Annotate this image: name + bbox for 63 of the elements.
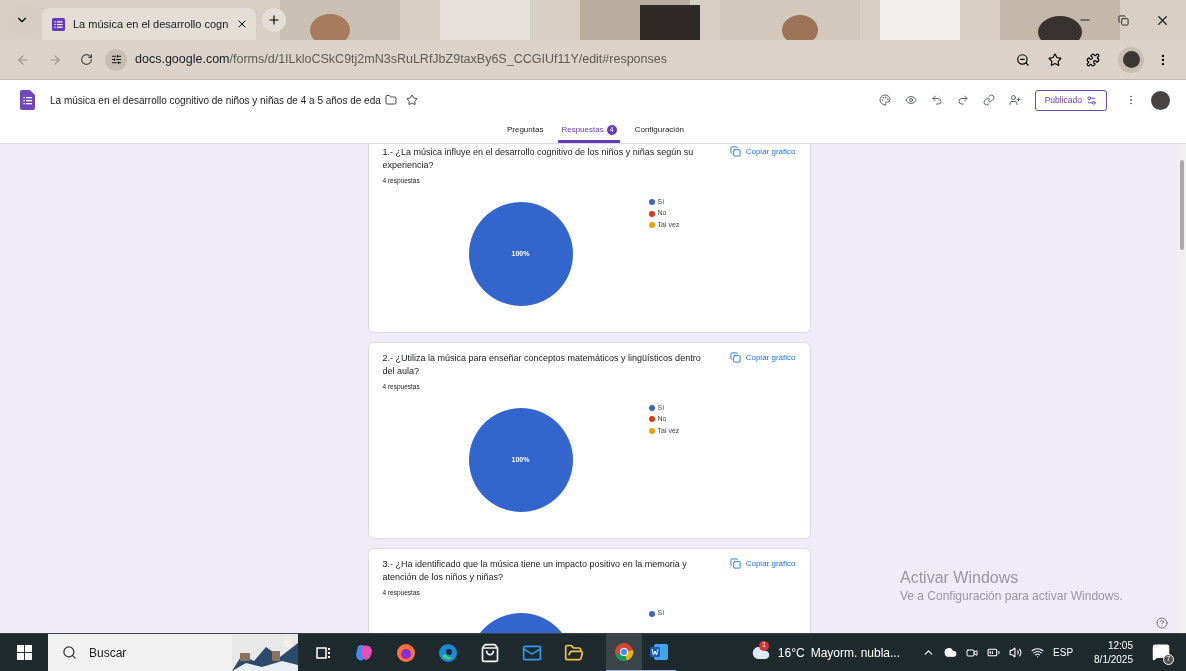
camera-icon[interactable] bbox=[966, 646, 979, 659]
search-field[interactable]: Buscar bbox=[48, 633, 298, 671]
extensions-icon[interactable] bbox=[1086, 52, 1100, 67]
copy-icon bbox=[729, 351, 741, 363]
chrome-icon bbox=[614, 641, 634, 662]
copy-icon bbox=[729, 146, 741, 157]
firefox-icon[interactable] bbox=[396, 642, 416, 663]
form-tab[interactable]: Preguntas bbox=[503, 120, 547, 143]
question-title: 3.- ¿Ha identificado que la música tiene un impacto positivo en la memoria y atención de los niños y niñas? bbox=[382, 557, 688, 584]
windows-logo-icon[interactable] bbox=[16, 645, 32, 660]
copilot-icon[interactable] bbox=[354, 642, 374, 663]
settings-icon bbox=[1086, 94, 1097, 106]
user-avatar[interactable] bbox=[1151, 90, 1170, 110]
volume-icon[interactable] bbox=[1009, 646, 1023, 659]
redo-icon[interactable] bbox=[956, 94, 969, 106]
palette-icon[interactable] bbox=[878, 94, 891, 106]
store-icon[interactable] bbox=[480, 642, 500, 663]
scrollbar[interactable] bbox=[1178, 144, 1186, 633]
edge-icon[interactable] bbox=[438, 642, 458, 663]
language-indicator[interactable]: ESP bbox=[1053, 645, 1074, 660]
question-title: 2.- ¿Utiliza la música para enseñar conceptos matemáticos y lingüísticos dentro del aula? bbox=[382, 351, 702, 378]
temperature[interactable]: 16°C bbox=[777, 643, 805, 662]
search-icon bbox=[62, 645, 77, 660]
tab-title: La música en el desarrollo cogn bbox=[73, 16, 229, 32]
cloud-icon[interactable] bbox=[944, 646, 958, 659]
preview-icon[interactable] bbox=[904, 94, 917, 106]
link-icon[interactable] bbox=[982, 94, 995, 106]
copy-chart-button[interactable]: Copiar gráfico bbox=[729, 146, 796, 160]
task-view-icon[interactable] bbox=[316, 644, 332, 661]
word-icon bbox=[649, 642, 669, 661]
forms-logo-icon bbox=[20, 90, 35, 110]
copy-icon bbox=[729, 557, 741, 569]
folder-icon[interactable] bbox=[564, 642, 584, 663]
add-collaborator-icon[interactable] bbox=[1008, 94, 1021, 106]
form-title[interactable]: La música en el desarrollo cognitivo de niños y niñas de 4 a 5 años de eda bbox=[50, 92, 381, 108]
undo-icon[interactable] bbox=[930, 94, 943, 106]
profile-avatar[interactable] bbox=[1118, 46, 1144, 73]
clock-date[interactable]: 8/1/2025 bbox=[1094, 652, 1133, 667]
star-icon[interactable] bbox=[405, 94, 418, 106]
clock-time[interactable]: 12:05 bbox=[1107, 638, 1133, 653]
site-info-button[interactable] bbox=[105, 48, 127, 71]
browser-tab[interactable]: La música en el desarrollo cogn bbox=[42, 8, 257, 40]
activation-title: Activar Windows bbox=[900, 568, 1020, 588]
chrome-taskbar-button[interactable] bbox=[606, 633, 642, 671]
copy-chart-button[interactable]: Copiar gráfico bbox=[729, 557, 796, 572]
forms-icon bbox=[52, 17, 65, 31]
copy-chart-button[interactable]: Copiar gráfico bbox=[729, 351, 796, 366]
form-tab[interactable]: Configuración bbox=[631, 120, 688, 143]
weather-condition[interactable]: Mayorm. nubla... bbox=[810, 643, 901, 662]
plus-icon bbox=[267, 13, 282, 27]
question-title: 1.- ¿La música influye en el desarrollo cognitivo de los niños y niñas según su experiencia? bbox=[382, 146, 695, 172]
sliders-icon bbox=[110, 54, 122, 65]
published-button[interactable]: Publicado bbox=[1034, 89, 1107, 111]
notifications-icon[interactable] bbox=[1152, 642, 1170, 661]
wifi-icon[interactable] bbox=[1031, 646, 1045, 659]
activation-message: Ve a Configuración para activar Windows. bbox=[900, 588, 1123, 604]
battery-icon[interactable] bbox=[987, 646, 1001, 659]
restore-icon[interactable] bbox=[1118, 14, 1129, 26]
folder-icon[interactable] bbox=[384, 94, 397, 106]
help-icon[interactable] bbox=[1156, 617, 1168, 629]
zoom-out-icon[interactable] bbox=[1016, 52, 1030, 67]
reload-icon[interactable] bbox=[80, 53, 93, 66]
star-icon[interactable] bbox=[1048, 52, 1062, 67]
